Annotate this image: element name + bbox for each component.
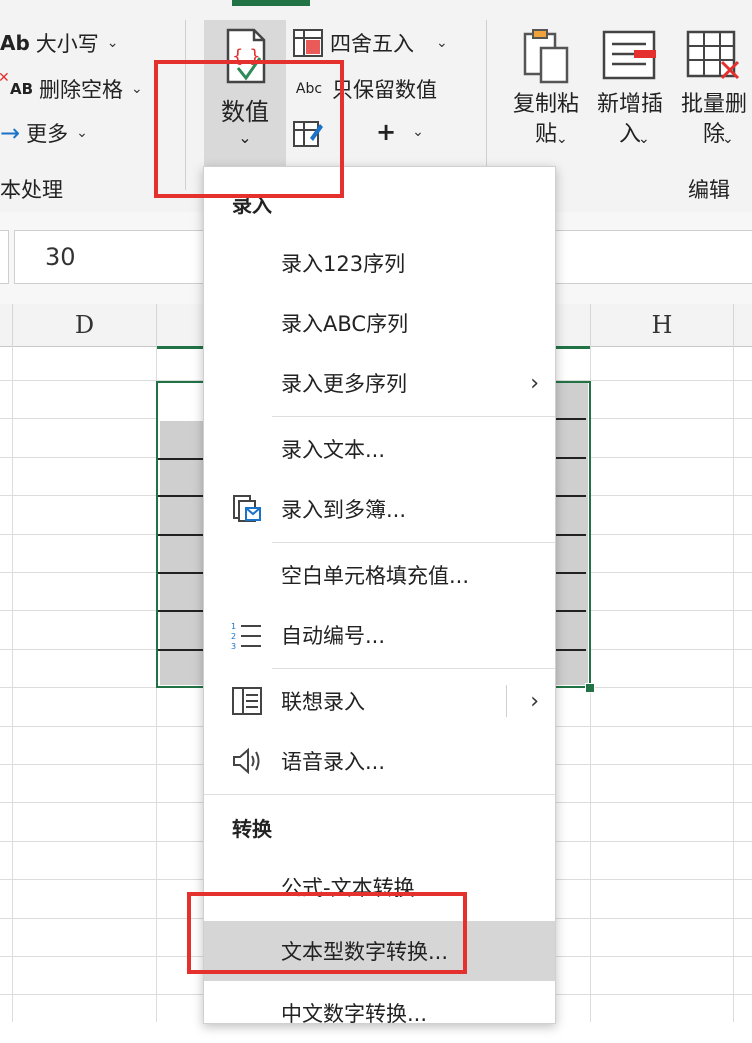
fill-handle[interactable] <box>585 683 595 693</box>
numbered-list-icon: 123 <box>230 618 264 652</box>
column-header-h[interactable]: H <box>591 304 734 347</box>
row-border <box>554 572 586 574</box>
chevron-down-icon: ⌄ <box>106 35 119 51</box>
copy-paste-button[interactable]: 复制粘 贴 ⌄ <box>506 28 586 150</box>
column-header-c[interactable] <box>0 304 13 347</box>
chevron-down-icon: ⌄ <box>436 35 448 51</box>
menu-separator <box>272 542 555 543</box>
menu-item-voice-input[interactable]: 语音录入... <box>204 731 555 791</box>
clipboard-icon <box>506 28 586 90</box>
menu-item-input-more-sequences[interactable]: 录入更多序列 › <box>204 353 555 413</box>
gridline <box>12 346 13 1022</box>
chevron-down-icon: ⌄ <box>76 125 88 141</box>
batch-delete-button[interactable]: 批量删 除 ⌄ <box>674 28 752 150</box>
multi-workbook-icon <box>230 492 264 526</box>
delete-grid-icon <box>674 28 752 90</box>
chevron-down-icon: ⌄ <box>722 131 734 147</box>
row-border <box>158 458 204 460</box>
insert-rows-icon <box>590 28 670 90</box>
arrow-right-icon: → <box>0 119 21 147</box>
round-button[interactable]: 四舍五入 ⌄ <box>292 28 448 58</box>
menu-separator <box>272 668 555 669</box>
column-header-d[interactable]: D <box>13 304 157 347</box>
chevron-down-icon: ⌄ <box>412 124 424 140</box>
section-heading-convert: 转换 <box>232 817 272 841</box>
associative-input-icon <box>230 684 264 718</box>
group-label-text-processing: 本处理 <box>0 178 63 202</box>
menu-item-chinese-number-convert[interactable]: 中文数字转换... <box>204 983 555 1043</box>
speaker-icon <box>230 744 264 778</box>
chevron-right-icon: › <box>530 370 539 396</box>
insert-button[interactable]: 新增插 入 ⌄ <box>590 28 670 150</box>
row-border <box>554 534 586 536</box>
submenu-divider <box>506 685 507 717</box>
plus-icon: + <box>376 118 397 146</box>
svg-text:1: 1 <box>231 622 236 631</box>
row-border <box>158 610 204 612</box>
chevron-right-icon: › <box>530 688 539 714</box>
column-header-i[interactable] <box>734 304 752 347</box>
highlight-box-numeric <box>154 60 344 198</box>
round-icon <box>292 28 324 58</box>
formula-value: 30 <box>45 243 76 271</box>
name-box-edge[interactable] <box>0 230 9 284</box>
row-border <box>554 457 586 459</box>
menu-separator <box>204 794 555 795</box>
row-border <box>158 572 204 574</box>
svg-text:2: 2 <box>231 632 236 641</box>
svg-text:3: 3 <box>231 642 236 650</box>
add-button[interactable]: + ⌄ <box>376 118 424 146</box>
row-border <box>554 495 586 497</box>
group-divider <box>486 20 487 190</box>
row-border <box>554 649 586 651</box>
menu-item-fill-blank-cells[interactable]: 空白单元格填充值... <box>204 545 555 605</box>
gridline <box>733 346 734 1022</box>
delete-spaces-icon: ✕ AB <box>0 70 34 98</box>
menu-item-input-123[interactable]: 录入123序列 <box>204 233 555 293</box>
menu-item-input-text[interactable]: 录入文本... <box>204 419 555 479</box>
chevron-down-icon: ⌄ <box>131 81 143 97</box>
row-border <box>158 649 204 651</box>
menu-separator <box>272 416 555 417</box>
menu-item-input-abc[interactable]: 录入ABC序列 <box>204 293 555 353</box>
menu-item-associative-input[interactable]: 联想录入 › <box>204 671 555 731</box>
menu-item-auto-numbering[interactable]: 123 自动编号... <box>204 605 555 665</box>
selected-cells-left <box>160 421 206 685</box>
row-border <box>158 534 204 536</box>
highlight-box-text-number-convert <box>187 892 467 974</box>
row-border <box>554 610 586 612</box>
row-border <box>554 418 586 420</box>
chevron-down-icon: ⌄ <box>556 131 568 147</box>
case-button[interactable]: Ab 大小写 ⌄ <box>0 28 119 58</box>
delete-spaces-button[interactable]: ✕ AB 删除空格 ⌄ <box>0 70 143 104</box>
chevron-down-icon: ⌄ <box>638 131 650 147</box>
active-tab-indicator <box>232 0 310 6</box>
menu-item-input-multi-workbook[interactable]: 录入到多簿... <box>204 479 555 539</box>
more-button[interactable]: → 更多 ⌄ <box>0 118 88 148</box>
group-label-edit: 编辑 <box>688 178 730 202</box>
row-border <box>158 495 204 497</box>
case-icon: Ab <box>0 31 30 55</box>
